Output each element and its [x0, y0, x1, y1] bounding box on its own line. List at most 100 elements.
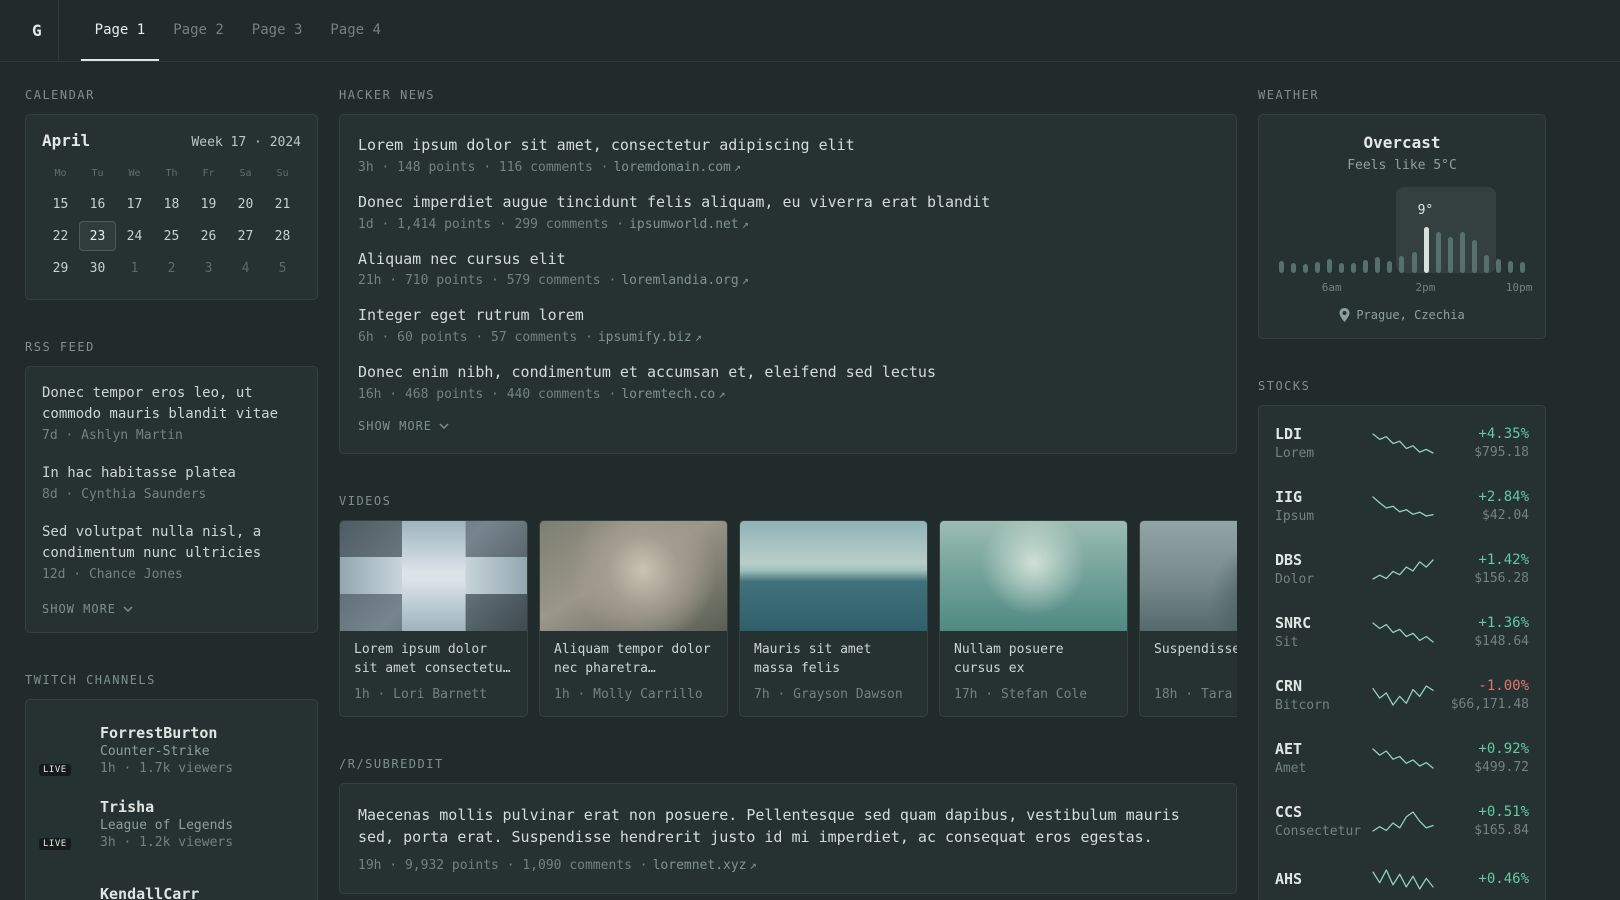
hn-item-domain-link[interactable]: ipsumworld.net ↗: [629, 217, 749, 232]
twitch-channel-row[interactable]: KendallCarr: [42, 864, 301, 900]
video-card[interactable]: Mauris sit amet massa felis 7h · Grayson…: [739, 519, 928, 717]
hn-item-title[interactable]: Integer eget rutrum lorem: [358, 305, 1218, 327]
video-meta: 18h · Tara: [1154, 686, 1233, 702]
hn-item: Integer eget rutrum lorem 6h · 60 points…: [358, 305, 1218, 345]
channel-name: KendallCarr: [100, 885, 200, 900]
stock-row[interactable]: CRN Bitcorn -1.00% $66,171.48: [1275, 663, 1529, 726]
hn-item-title[interactable]: Donec imperdiet augue tincidunt felis al…: [358, 192, 1218, 214]
calendar-widget-title: CALENDAR: [25, 88, 95, 102]
video-card[interactable]: Lorem ipsum dolor sit amet consectetu… 1…: [339, 519, 528, 717]
calendar-day-next-month: 4: [241, 260, 250, 276]
weather-card: Overcast Feels like 5°C 9° 6am 2pm 10pm Pr…: [1258, 114, 1546, 339]
rss-item-title[interactable]: Sed volutpat nulla nisl, a condimentum n…: [42, 522, 301, 564]
stock-row[interactable]: IIG Ipsum +2.84% $42.04: [1275, 474, 1529, 537]
app-logo[interactable]: G: [24, 0, 58, 61]
tab-page-2[interactable]: Page 2: [159, 0, 238, 61]
stock-name: Consectetur: [1275, 824, 1362, 839]
video-thumbnail: [1140, 520, 1237, 631]
stock-row[interactable]: DBS Dolor +1.42% $156.28: [1275, 537, 1529, 600]
stock-price: $499.72: [1474, 760, 1529, 775]
calendar-day: 21: [274, 196, 291, 212]
external-link-icon: ↗: [741, 216, 749, 231]
hn-item-domain-link[interactable]: loremlandia.org ↗: [621, 273, 749, 288]
twitch-channel-row[interactable]: LIVE ForrestBurton Counter-Strike 1h · 1…: [39, 716, 301, 790]
video-card[interactable]: Nullam posuere cursus ex 17h · Stefan Co…: [939, 519, 1128, 717]
hn-item-domain-link[interactable]: loremdomain.com ↗: [613, 160, 741, 175]
stock-row[interactable]: LDI Lorem +4.35% $795.18: [1275, 411, 1529, 474]
calendar-day-header: We: [128, 168, 141, 179]
stock-symbol: SNRC: [1275, 614, 1312, 632]
calendar-day-header: Su: [276, 168, 289, 179]
stock-row[interactable]: SNRC Sit +1.36% $148.64: [1275, 600, 1529, 663]
show-more-label: SHOW MORE: [358, 418, 433, 433]
stock-symbol: CCS: [1275, 803, 1303, 821]
hn-item-meta: 6h · 60 points · 57 comments · ipsumify.…: [358, 330, 1218, 345]
hn-item-stats: 21h · 710 points · 579 comments ·: [358, 273, 617, 289]
calendar-day: 16: [89, 196, 106, 212]
stock-price: $66,171.48: [1450, 697, 1529, 712]
tab-page-1[interactable]: Page 1: [80, 0, 160, 61]
channel-meta: 1h · 1.7k viewers: [100, 761, 234, 776]
stock-sparkline: [1372, 869, 1434, 890]
show-more-label: SHOW MORE: [42, 602, 117, 616]
weather-location: Prague, Czechia: [1356, 308, 1465, 322]
subreddit-post-title[interactable]: Maecenas mollis pulvinar erat non posuer…: [358, 804, 1218, 849]
hn-item-domain-link[interactable]: ipsumify.biz ↗: [598, 330, 702, 345]
hn-item-stats: 16h · 468 points · 440 comments ·: [358, 386, 617, 402]
hn-item-title[interactable]: Lorem ipsum dolor sit amet, consectetur …: [358, 135, 1218, 157]
stock-row[interactable]: AET Amet +0.92% $499.72: [1275, 726, 1529, 789]
calendar-day: 22: [52, 228, 69, 244]
subreddit-post-domain-link[interactable]: loremnet.xyz ↗: [653, 858, 757, 873]
subreddit-post-stats: 19h · 9,932 points · 1,090 comments ·: [358, 857, 648, 873]
stock-row[interactable]: CCS Consectetur +0.51% $165.84: [1275, 789, 1529, 852]
hacker-news-widget: HACKER NEWS Lorem ipsum dolor sit amet, …: [339, 88, 1237, 454]
hn-item: Aliquam nec cursus elit 21h · 710 points…: [358, 249, 1218, 289]
stocks-widget: STOCKS LDI Lorem +4.35% $795.18 IIG Ipsu…: [1258, 379, 1546, 900]
rss-item-title[interactable]: Donec tempor eros leo, ut commodo mauris…: [42, 383, 301, 425]
right-column: WEATHER Overcast Feels like 5°C 9° 6am 2p…: [1258, 88, 1546, 900]
hn-item: Donec imperdiet augue tincidunt felis al…: [358, 192, 1218, 232]
hn-item-meta: 3h · 148 points · 116 comments · loremdo…: [358, 160, 1218, 175]
rss-item-meta: 12d · Chance Jones: [42, 567, 183, 582]
calendar-month: April: [42, 131, 91, 150]
video-meta: 1h · Lori Barnett: [354, 686, 488, 702]
stock-name: Bitcorn: [1275, 698, 1330, 713]
hn-item-title[interactable]: Aliquam nec cursus elit: [358, 249, 1218, 271]
rss-card: Donec tempor eros leo, ut commodo mauris…: [25, 366, 318, 633]
stock-name: Lorem: [1275, 446, 1315, 461]
calendar-day: 15: [52, 196, 69, 212]
video-meta: 1h · Molly Carrillo: [554, 686, 703, 702]
rss-item-title[interactable]: In hac habitasse platea: [42, 463, 301, 484]
stock-symbol: DBS: [1275, 551, 1303, 569]
stock-name: Dolor: [1275, 572, 1315, 587]
hn-item-meta: 1d · 1,414 points · 299 comments · ipsum…: [358, 217, 1218, 232]
weather-condition: Overcast: [1363, 133, 1441, 152]
calendar-day: 28: [274, 228, 291, 244]
weather-location-row[interactable]: Prague, Czechia: [1273, 308, 1531, 322]
left-column: CALENDAR April Week 17 · 2024 Mo Tu We T…: [25, 88, 318, 900]
stock-row[interactable]: AHS +0.46%: [1275, 852, 1529, 900]
tab-page-3[interactable]: Page 3: [238, 0, 317, 61]
twitch-channel-row[interactable]: LIVE Trisha League of Legends 3h · 1.2k …: [39, 790, 301, 864]
rss-show-more-button[interactable]: SHOW MORE: [42, 602, 133, 616]
calendar-day-next-month: 3: [204, 260, 213, 276]
stock-change: +1.36%: [1478, 615, 1529, 631]
video-card[interactable]: Aliquam tempor dolor nec pharetra… 1h · …: [539, 519, 728, 717]
stock-sparkline: [1372, 685, 1434, 706]
video-title: Suspendisse diam: [1154, 641, 1237, 657]
hn-item-domain-link[interactable]: loremtech.co ↗: [621, 387, 725, 402]
stock-sparkline: [1372, 496, 1434, 517]
chevron-down-icon: [123, 606, 133, 612]
hn-item-stats: 1d · 1,414 points · 299 comments ·: [358, 216, 625, 232]
subreddit-widget-title: /R/SUBREDDIT: [339, 756, 444, 771]
rss-widget: RSS FEED Donec tempor eros leo, ut commo…: [25, 340, 318, 633]
hn-item: Donec enim nibh, condimentum et accumsan…: [358, 362, 1218, 402]
video-meta: 17h · Stefan Cole: [954, 686, 1088, 702]
hn-item-title[interactable]: Donec enim nibh, condimentum et accumsan…: [358, 362, 1218, 384]
rss-widget-title: RSS FEED: [25, 340, 95, 354]
tab-page-4[interactable]: Page 4: [316, 0, 395, 61]
video-card[interactable]: Suspendisse diam 18h · Tara: [1139, 519, 1237, 717]
video-thumbnail: [940, 520, 1127, 631]
hn-show-more-button[interactable]: SHOW MORE: [358, 419, 449, 433]
location-pin-icon: [1339, 308, 1350, 322]
